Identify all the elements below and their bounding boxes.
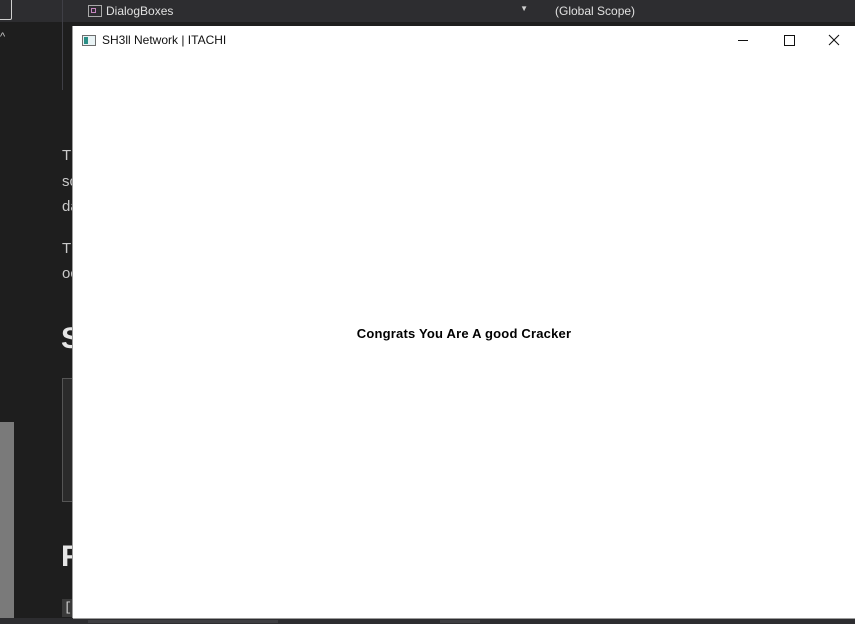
congrats-message: Congrats You Are A good Cracker [356,326,572,341]
minimize-icon [738,40,748,41]
ide-scope-dropdown[interactable]: (Global Scope) [555,0,635,22]
ide-type-dropdown-label: DialogBoxes [106,4,174,18]
minimize-button[interactable] [720,26,766,55]
app-window-icon [82,35,96,46]
close-icon [828,34,840,46]
dialog-title: SH3ll Network | ITACHI [102,33,227,47]
ide-status-segment [88,620,278,623]
ide-scrollbar-thumb[interactable] [0,422,14,624]
ide-status-segment [440,620,480,623]
maximize-button[interactable] [766,26,812,55]
dialog-window: SH3ll Network | ITACHI Congrats You Are … [73,26,855,618]
ide-toolbar-box[interactable] [0,0,12,20]
close-button[interactable] [811,26,855,55]
ide-status-strip [0,618,855,624]
chevron-up-icon[interactable]: ^ [0,30,10,44]
dialog-titlebar[interactable]: SH3ll Network | ITACHI [73,26,855,55]
ide-divider [62,0,63,90]
ide-type-dropdown[interactable]: DialogBoxes ▼ [84,0,534,22]
dropdown-arrow-icon: ▼ [520,4,528,13]
class-icon [88,5,102,17]
maximize-icon [784,35,795,46]
